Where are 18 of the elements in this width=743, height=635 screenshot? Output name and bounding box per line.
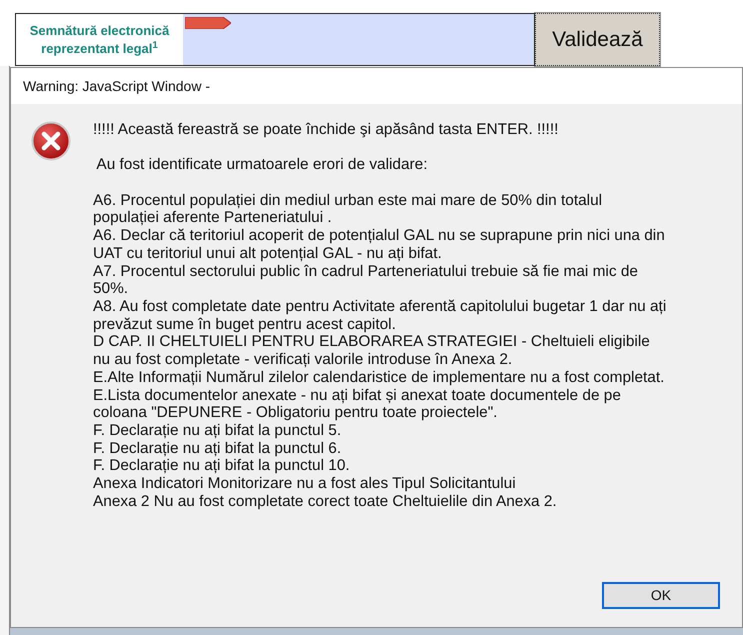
error-message: F. Declarație nu ați bifat la punctul 10. (93, 457, 351, 476)
error-message: F. Declarație nu ați bifat la punctul 5. (93, 422, 342, 440)
validate-button[interactable]: Validează (535, 13, 660, 66)
error-message: A7. Procentul sectorului public în cadrul Parteneriatului trebuie să fie mai mic de 50%. (93, 262, 639, 298)
error-message: D CAP. II CHELTUIELI PENTRU ELABORAREA STRATEGIEI - Cheltuieli eligibile nu au fost completate - verificați valorile introduse în Anexa 2. (93, 333, 651, 369)
ok-button[interactable]: OK (602, 582, 720, 609)
message-text: !!!!! Această fereastră se poate închide şi apăsând tasta ENTER. !!!!! (93, 121, 560, 139)
error-message: E.Alte Informații Numărul zilelor calendaristice de implementare nu a fost completat. (93, 368, 666, 387)
error-icon (31, 121, 71, 161)
error-message: A6. Procentul populației din mediul urban este mai mare de 50% din totalul populației aferente Parteneriatului . (93, 192, 604, 228)
error-message: A8. Au fost completate date pentru Activitate aferentă capitolului bugetar 1 dar nu ați prevăzut sume în buget pentru acest capitol. (93, 298, 668, 334)
error-message: F. Declarație nu ați bifat la punctul 6. (93, 440, 342, 458)
error-message: Anexa 2 Nu au fost completate corect toate Cheltuielile din Anexa 2. (93, 492, 558, 510)
error-message: A6. Declar că teritoriul acoperit de potențialul GAL nu se suprapune prin nici una din UAT cu teritoriul unui alt potențial GAL - nu ați bifat. (93, 227, 666, 263)
message-heading: Au fost identificate urmatoarele erori de validare: (95, 156, 428, 174)
error-message: E.Lista documentelor anexate - nu ați bifat și anexat toate documentele de pe coloana "DEPUNERE - Obligatoriu pentru toate proiectele". (93, 386, 622, 422)
error-message: Anexa Indicatori Monitorizare nu a fost ales Tipul Solicitantului (93, 475, 517, 493)
window-title: Warning: JavaScript Window - (23, 76, 210, 96)
